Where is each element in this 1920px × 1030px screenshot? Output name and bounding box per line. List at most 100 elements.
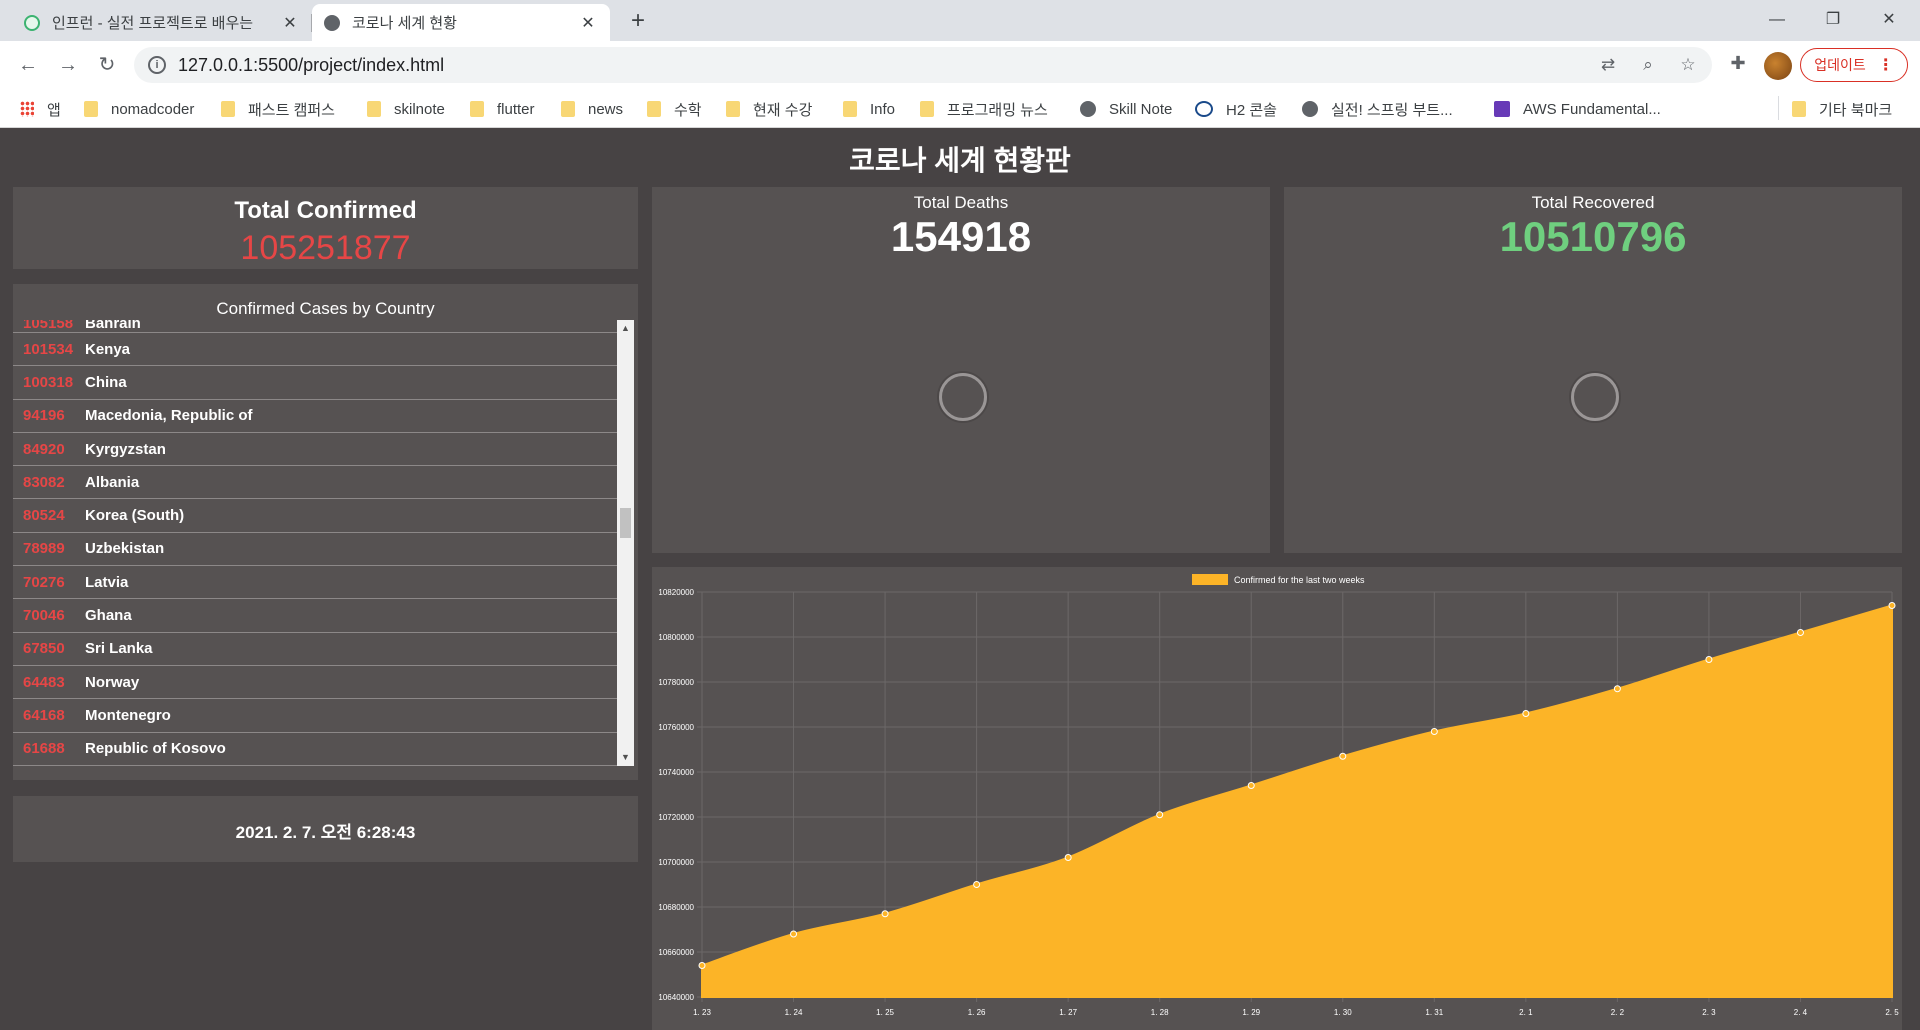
back-icon[interactable]: ← [14,51,42,79]
country-count: 67850 [23,640,65,658]
page-title: 코로나 세계 현황판 [849,145,1071,176]
translate-icon[interactable]: ⇄ [1598,55,1618,75]
site-info-icon[interactable]: i [148,56,166,74]
x-tick-label: 1. 30 [1334,1008,1352,1017]
x-tick-label: 2. 5 [1885,1008,1899,1017]
folder-icon [843,101,857,117]
x-tick-label: 2. 3 [1702,1008,1716,1017]
bookmark-programming-news[interactable]: 프로그래밍 뉴스 [920,99,1048,119]
x-tick-label: 1. 23 [693,1008,711,1017]
confirmed-area-chart: Confirmed for the last two weeks 10640000… [658,574,1899,1017]
x-tick-label: 1. 25 [876,1008,894,1017]
scroll-up-icon[interactable]: ▲ [617,320,634,337]
h2-icon [1195,101,1213,117]
country-list-title: Confirmed Cases by Country [216,299,435,318]
scroll-down-icon[interactable]: ▼ [617,749,634,766]
bookmark-label: news [588,100,624,118]
bookmark-label: Skill Note [1109,100,1173,118]
data-point [881,910,889,918]
bookmark-news[interactable]: news [561,99,623,119]
data-point [1613,685,1621,693]
dashboard-page: 코로나 세계 현황판 Total Confirmed 105251877 Con… [0,129,1920,1030]
profile-avatar[interactable] [1764,52,1792,80]
bookmark-spring-boot[interactable]: 실전! 스프링 부트... [1302,99,1453,119]
url-text[interactable]: 127.0.0.1:5500/project/index.html [178,55,444,76]
bookmark-fastcampus[interactable]: 패스트 캠퍼스 [221,99,335,119]
country-name: Kyrgyzstan [85,440,166,458]
bookmark-label: 현재 수강 [753,101,813,119]
country-count: 70046 [23,607,65,625]
update-time-card: 2021. 2. 7. 오전 6:28:43 [13,796,638,862]
y-tick-label: 10740000 [658,768,694,777]
forward-icon[interactable]: → [54,51,82,79]
country-name: Norway [85,673,140,691]
aws-icon [1494,101,1510,117]
apps-grid-icon [20,101,34,117]
bookmark-flutter[interactable]: flutter [470,99,535,119]
bookmark-label: 패스트 캠퍼스 [248,101,335,119]
y-tick-label: 10640000 [658,993,694,1002]
x-tick-label: 1. 24 [785,1008,803,1017]
reload-icon[interactable]: ↻ [93,51,121,79]
list-item: 105158 Bahrain [13,320,617,333]
bookmark-label: Info [870,100,896,118]
country-count: 70276 [23,573,65,591]
bookmark-current-course[interactable]: 현재 수강 [726,99,812,119]
tab-corona[interactable]: 코로나 세계 현황 ✕ [312,4,610,41]
data-point [1888,602,1896,609]
bookmark-skill-note[interactable]: Skill Note [1080,99,1172,119]
list-scrollbar[interactable]: ▲ ▼ [617,320,634,766]
country-count: 64483 [23,673,65,691]
minimize-icon[interactable]: — [1754,6,1800,34]
extensions-puzzle-icon[interactable]: ✚ [1728,53,1748,73]
total-recovered-card: Total Recovered 10510796 [1284,187,1902,553]
bookmark-info[interactable]: Info [843,99,895,119]
total-deaths-card: Total Deaths 154918 [652,187,1270,553]
tab-inflearn[interactable]: 인프런 - 실전 프로젝트로 배우는 ✕ [12,4,312,41]
data-point [1156,811,1164,819]
restore-icon[interactable]: ❐ [1810,6,1856,34]
total-confirmed-label: Total Confirmed [234,197,417,224]
scrollbar-thumb[interactable] [620,508,631,538]
folder-icon [647,101,661,117]
country-list[interactable]: 105158 Bahrain 101534 Kenya 100318 China 941… [13,320,617,773]
folder-icon [221,101,235,117]
bookmark-nomadcoder[interactable]: nomadcoder [84,99,194,119]
total-confirmed-value: 105251877 [240,229,411,267]
legend-swatch [1192,574,1228,585]
list-item: 80524 Korea (South) [13,499,617,533]
close-icon[interactable]: ✕ [578,13,598,33]
data-point [1522,710,1530,717]
update-label: 업데이트 [1814,57,1866,73]
y-tick-label: 10680000 [658,903,694,912]
zoom-icon[interactable]: ⌕ [1638,55,1658,75]
country-count: 64168 [23,706,65,724]
data-point [1430,728,1438,735]
country-count: 100318 [23,373,74,391]
list-item: 64483 Norway [13,666,617,700]
bookmark-skilnote[interactable]: skilnote [367,99,445,119]
close-window-icon[interactable]: ✕ [1866,6,1912,34]
country-name: Republic of Kosovo [85,740,226,758]
x-tick-label: 2. 4 [1794,1008,1808,1017]
bookmark-aws[interactable]: AWS Fundamental... [1494,99,1661,119]
y-tick-label: 10700000 [658,858,694,867]
list-item: 100318 China [13,366,617,400]
globe-icon [1302,101,1318,117]
country-count: 80524 [23,507,65,525]
data-point [1705,656,1713,663]
bookmark-h2-console[interactable]: H2 콘솔 [1195,99,1277,119]
bookmark-star-icon[interactable]: ☆ [1678,55,1698,75]
close-icon[interactable]: ✕ [280,13,300,33]
address-bar[interactable]: i 127.0.0.1:5500/project/index.html ⇄ ⌕ … [134,47,1712,83]
bookmark-math[interactable]: 수학 [647,99,702,119]
update-button[interactable]: 업데이트 ⋮ [1800,48,1908,82]
data-point [790,930,798,938]
confirmed-chart-card: Confirmed for the last two weeks 10640000… [652,567,1902,1030]
x-tick-label: 1. 27 [1059,1008,1077,1017]
inflearn-favicon-icon [24,14,40,31]
bookmark-apps[interactable]: 앱 [20,99,61,119]
new-tab-button[interactable]: + [624,8,652,36]
bookmark-other[interactable]: 기타 북마크 [1792,99,1892,119]
country-name: Bahrain [85,320,141,332]
